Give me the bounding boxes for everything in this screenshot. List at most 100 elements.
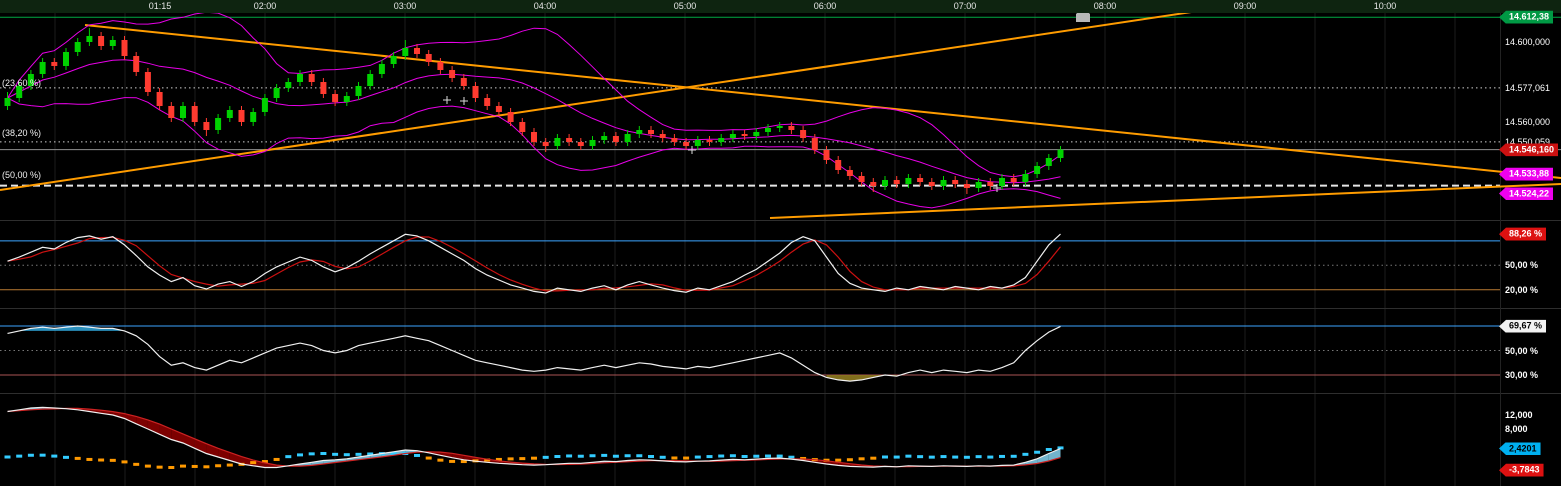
- candle-body: [402, 48, 408, 56]
- price-tag[interactable]: 14.524,22: [1499, 187, 1553, 200]
- candle-body: [859, 176, 865, 182]
- candle-body: [508, 112, 514, 122]
- scale-label: 14.560,000: [1505, 117, 1550, 127]
- trendline[interactable]: [0, 0, 1272, 190]
- candle-body: [847, 170, 853, 176]
- candle-body: [917, 178, 923, 182]
- candle-body: [320, 82, 326, 94]
- candle-body: [426, 54, 432, 62]
- macd-histogram-mark: [683, 457, 689, 460]
- macd-histogram-mark: [227, 464, 233, 467]
- candle-body: [976, 182, 982, 188]
- candle-body: [894, 180, 900, 184]
- fib-level-label: (50,00 %): [2, 170, 41, 180]
- time-axis: 01:1502:0003:0004:0005:0006:0007:0008:00…: [0, 0, 1561, 13]
- candle-body: [952, 180, 958, 184]
- price-tag[interactable]: -3,7843: [1499, 464, 1544, 477]
- macd-histogram-mark: [86, 458, 92, 461]
- trendline[interactable]: [770, 184, 1561, 218]
- macd-histogram-mark: [707, 455, 713, 458]
- candle-body: [133, 56, 139, 72]
- macd-histogram-mark: [437, 459, 443, 462]
- macd-histogram-mark: [1046, 448, 1052, 451]
- chart-canvas[interactable]: [0, 0, 1561, 486]
- macd-histogram-mark: [449, 460, 455, 463]
- time-label: 09:00: [1234, 1, 1257, 11]
- time-label: 01:15: [149, 1, 172, 11]
- macd-histogram-mark: [765, 455, 771, 458]
- macd-histogram-mark: [976, 455, 982, 458]
- candle-body: [730, 134, 736, 138]
- time-label: 05:00: [674, 1, 697, 11]
- macd-histogram-mark: [344, 453, 350, 456]
- macd-histogram-mark: [320, 452, 326, 455]
- scale-label: 50,00 %: [1505, 260, 1538, 270]
- macd-histogram-mark: [215, 464, 221, 467]
- candle-body: [1022, 174, 1028, 182]
- time-label: 03:00: [394, 1, 417, 11]
- scale-label: 30,00 %: [1505, 370, 1538, 380]
- candle-body: [250, 112, 256, 122]
- price-tag[interactable]: 14.612,38: [1499, 11, 1553, 24]
- price-tag[interactable]: 2,4201: [1499, 442, 1541, 455]
- candle-body: [98, 36, 104, 46]
- candle-body: [391, 56, 397, 64]
- candle-body: [742, 134, 748, 136]
- price-tag[interactable]: 14.546,160: [1499, 143, 1558, 156]
- macd-histogram-mark: [987, 456, 993, 459]
- macd-histogram-mark: [952, 456, 958, 459]
- macd-histogram-mark: [297, 453, 303, 456]
- macd-histogram-mark: [566, 454, 572, 457]
- macd-histogram-mark: [531, 457, 537, 460]
- macd-histogram-mark: [1034, 451, 1040, 454]
- candle-body: [379, 64, 385, 74]
- trendline[interactable]: [85, 25, 1561, 178]
- macd-histogram-mark: [578, 455, 584, 458]
- candle-body: [437, 62, 443, 70]
- macd-histogram-mark: [625, 454, 631, 457]
- candle-body: [835, 160, 841, 170]
- candle-body: [636, 130, 642, 134]
- time-label: 04:00: [534, 1, 557, 11]
- candle-body: [566, 138, 572, 142]
- candle-body: [590, 140, 596, 146]
- candle-body: [145, 72, 151, 92]
- candle-body: [227, 110, 233, 118]
- scale-label: 14.600,000: [1505, 37, 1550, 47]
- candle-body: [356, 86, 362, 96]
- macd-histogram-mark: [274, 458, 280, 461]
- cross-marker-icon: [443, 96, 451, 104]
- macd-histogram-mark: [753, 455, 759, 458]
- candle-body: [157, 92, 163, 106]
- price-tag[interactable]: 69,67 %: [1499, 320, 1546, 333]
- candle-body: [707, 140, 713, 142]
- candle-body: [51, 62, 57, 66]
- price-tag[interactable]: 14.533,88: [1499, 168, 1553, 181]
- scale-label: 8,000: [1505, 424, 1528, 434]
- scale-label: 14.577,061: [1505, 83, 1550, 93]
- macd-histogram-mark: [742, 455, 748, 458]
- candle-body: [554, 138, 560, 146]
- macd-histogram-mark: [192, 465, 198, 468]
- macd-histogram-mark: [426, 457, 432, 460]
- macd-histogram-mark: [5, 456, 11, 459]
- candle-body: [110, 40, 116, 46]
- candle-body: [1046, 158, 1052, 166]
- macd-histogram-mark: [929, 456, 935, 459]
- macd-histogram-mark: [718, 455, 724, 458]
- macd-histogram-mark: [636, 454, 642, 457]
- price-tag[interactable]: 88,26 %: [1499, 228, 1546, 241]
- candle-body: [613, 136, 619, 142]
- candle-body: [519, 122, 525, 132]
- time-label: 07:00: [954, 1, 977, 11]
- candle-body: [63, 52, 69, 66]
- macd-histogram-mark: [859, 457, 865, 460]
- scale-label: 12,000: [1505, 410, 1533, 420]
- candle-body: [309, 74, 315, 82]
- candle-body: [473, 86, 479, 98]
- macd-histogram-mark: [777, 455, 783, 458]
- candle-body: [297, 74, 303, 82]
- candle-body: [777, 126, 783, 128]
- macd-panel: [5, 407, 1064, 469]
- macd-histogram-mark: [145, 465, 151, 468]
